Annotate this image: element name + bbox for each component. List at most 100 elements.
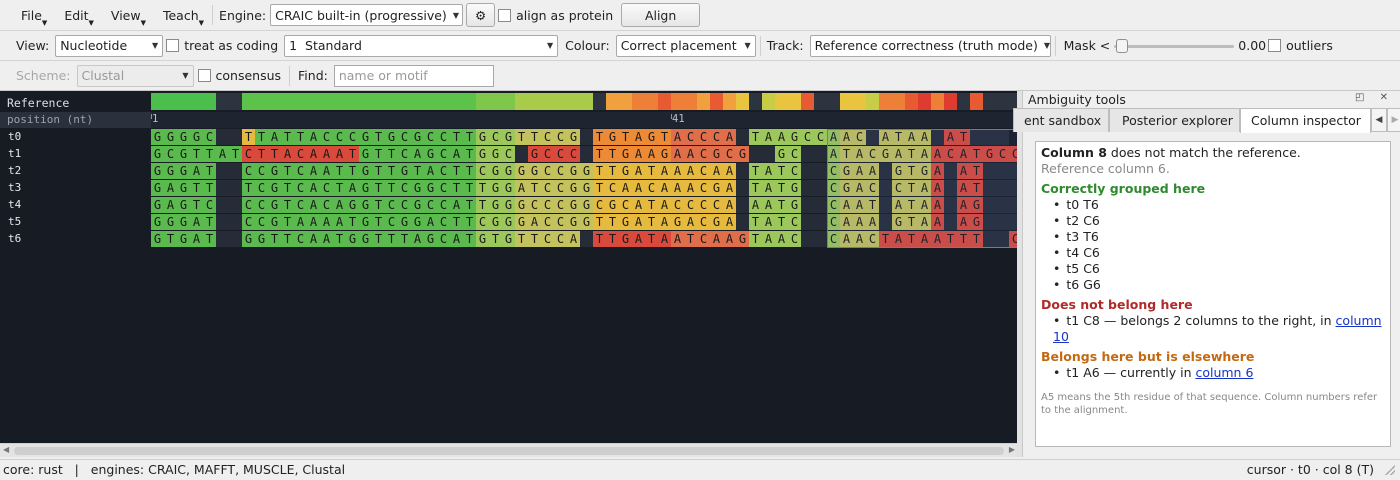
- alignment-cell[interactable]: [814, 231, 827, 247]
- alignment-cell[interactable]: C: [788, 163, 801, 179]
- alignment-cell[interactable]: A: [619, 180, 632, 196]
- alignment-cell[interactable]: T: [645, 163, 658, 179]
- alignment-cell[interactable]: C: [437, 180, 450, 196]
- alignment-cell[interactable]: C: [320, 129, 333, 145]
- alignment-cell[interactable]: G: [151, 163, 164, 179]
- alignment-cell[interactable]: A: [671, 146, 684, 162]
- alignment-cell[interactable]: A: [307, 214, 320, 230]
- alignment-cell[interactable]: C: [541, 214, 554, 230]
- alignment-cell[interactable]: A: [281, 146, 294, 162]
- alignment-cell[interactable]: [216, 163, 229, 179]
- alignment-cell[interactable]: T: [346, 214, 359, 230]
- alignment-cell[interactable]: [736, 214, 749, 230]
- alignment-cell[interactable]: C: [502, 146, 515, 162]
- alignment-cell[interactable]: G: [710, 214, 723, 230]
- alignment-cell[interactable]: [580, 231, 593, 247]
- alignment-cell[interactable]: C: [242, 146, 255, 162]
- alignment-cell[interactable]: G: [164, 129, 177, 145]
- alignment-cell[interactable]: T: [281, 197, 294, 213]
- alignment-cell[interactable]: A: [294, 214, 307, 230]
- alignment-cell[interactable]: C: [697, 163, 710, 179]
- alignment-cell[interactable]: C: [424, 197, 437, 213]
- alignment-cell[interactable]: A: [658, 180, 671, 196]
- alignment-cell[interactable]: C: [333, 129, 346, 145]
- alignment-cell[interactable]: [736, 197, 749, 213]
- alignment-cell[interactable]: A: [346, 180, 359, 196]
- alignment-cell[interactable]: T: [593, 231, 606, 247]
- alignment-cell[interactable]: T: [450, 214, 463, 230]
- alignment-cell[interactable]: C: [541, 129, 554, 145]
- alignment-cell[interactable]: G: [359, 163, 372, 179]
- alignment-cell[interactable]: [736, 163, 749, 179]
- alignment-cell[interactable]: T: [385, 163, 398, 179]
- alignment-cell[interactable]: [216, 180, 229, 196]
- alignment-cell[interactable]: G: [567, 163, 580, 179]
- alignment-cell[interactable]: T: [528, 180, 541, 196]
- alignment-cell[interactable]: G: [346, 231, 359, 247]
- alignment-cell[interactable]: C: [554, 231, 567, 247]
- alignment-cell[interactable]: [814, 180, 827, 196]
- alignment-cell[interactable]: T: [593, 214, 606, 230]
- alignment-cell[interactable]: C: [541, 197, 554, 213]
- alignment-cell[interactable]: [801, 231, 814, 247]
- alignment-cell[interactable]: G: [177, 180, 190, 196]
- alignment-cell[interactable]: G: [736, 146, 749, 162]
- alignment-cell[interactable]: C: [619, 197, 632, 213]
- alignment-cell[interactable]: C: [567, 146, 580, 162]
- alignment-cell[interactable]: [814, 146, 827, 162]
- alignment-cell[interactable]: G: [411, 180, 424, 196]
- alignment-cell[interactable]: T: [203, 231, 216, 247]
- alignment-cell[interactable]: [801, 163, 814, 179]
- alignment-cell[interactable]: G: [515, 214, 528, 230]
- alignment-cell[interactable]: T: [775, 163, 788, 179]
- alignment-cell[interactable]: A: [333, 214, 346, 230]
- alignment-cell[interactable]: A: [632, 129, 645, 145]
- alignment-cell[interactable]: T: [333, 231, 346, 247]
- alignment-cell[interactable]: C: [294, 231, 307, 247]
- alignment-cell[interactable]: G: [190, 129, 203, 145]
- alignment-cell[interactable]: G: [411, 197, 424, 213]
- alignment-cell[interactable]: A: [307, 146, 320, 162]
- alignment-cell[interactable]: C: [684, 197, 697, 213]
- alignment-cell[interactable]: A: [632, 146, 645, 162]
- alignment-cell[interactable]: T: [749, 231, 762, 247]
- alignment-cell[interactable]: T: [450, 129, 463, 145]
- alignment-cell[interactable]: C: [255, 163, 268, 179]
- alignment-cell[interactable]: G: [359, 197, 372, 213]
- alignment-cell[interactable]: T: [164, 231, 177, 247]
- alignment-cell[interactable]: T: [775, 214, 788, 230]
- alignment-cell[interactable]: C: [554, 180, 567, 196]
- alignment-cell[interactable]: C: [606, 180, 619, 196]
- alignment-cell[interactable]: T: [385, 146, 398, 162]
- alignment-cell[interactable]: C: [554, 214, 567, 230]
- alignment-cell[interactable]: G: [710, 146, 723, 162]
- alignment-cell[interactable]: G: [502, 197, 515, 213]
- alignment-cell[interactable]: T: [255, 146, 268, 162]
- alignment-cell[interactable]: G: [567, 214, 580, 230]
- alignment-cell[interactable]: A: [164, 197, 177, 213]
- menu-view[interactable]: View▼: [98, 8, 150, 27]
- alignment-cell[interactable]: A: [684, 180, 697, 196]
- alignment-viewer[interactable]: Reference correctness position (nt) t0 t…: [0, 91, 1018, 443]
- alignment-cell[interactable]: G: [567, 180, 580, 196]
- alignment-cell[interactable]: C: [801, 129, 814, 145]
- alignment-cell[interactable]: C: [203, 197, 216, 213]
- alignment-cell[interactable]: G: [424, 180, 437, 196]
- alignment-cell[interactable]: A: [307, 231, 320, 247]
- alignment-cell[interactable]: A: [762, 180, 775, 196]
- alignment-cell[interactable]: G: [502, 214, 515, 230]
- alignment-cell[interactable]: G: [476, 146, 489, 162]
- alignment-cell[interactable]: G: [671, 214, 684, 230]
- alignment-cell[interactable]: A: [658, 163, 671, 179]
- alignment-cell[interactable]: C: [554, 129, 567, 145]
- alignment-cell[interactable]: A: [320, 163, 333, 179]
- alignment-cell[interactable]: C: [697, 146, 710, 162]
- alignment-cell[interactable]: T: [346, 146, 359, 162]
- alignment-cell[interactable]: C: [489, 129, 502, 145]
- alignment-cell[interactable]: C: [476, 214, 489, 230]
- alignment-cell[interactable]: [801, 197, 814, 213]
- menu-file[interactable]: File▼: [8, 8, 51, 27]
- alignment-cell[interactable]: T: [281, 180, 294, 196]
- alignment-cell[interactable]: G: [515, 197, 528, 213]
- horizontal-scrollbar[interactable]: ◀ ▶: [0, 443, 1018, 457]
